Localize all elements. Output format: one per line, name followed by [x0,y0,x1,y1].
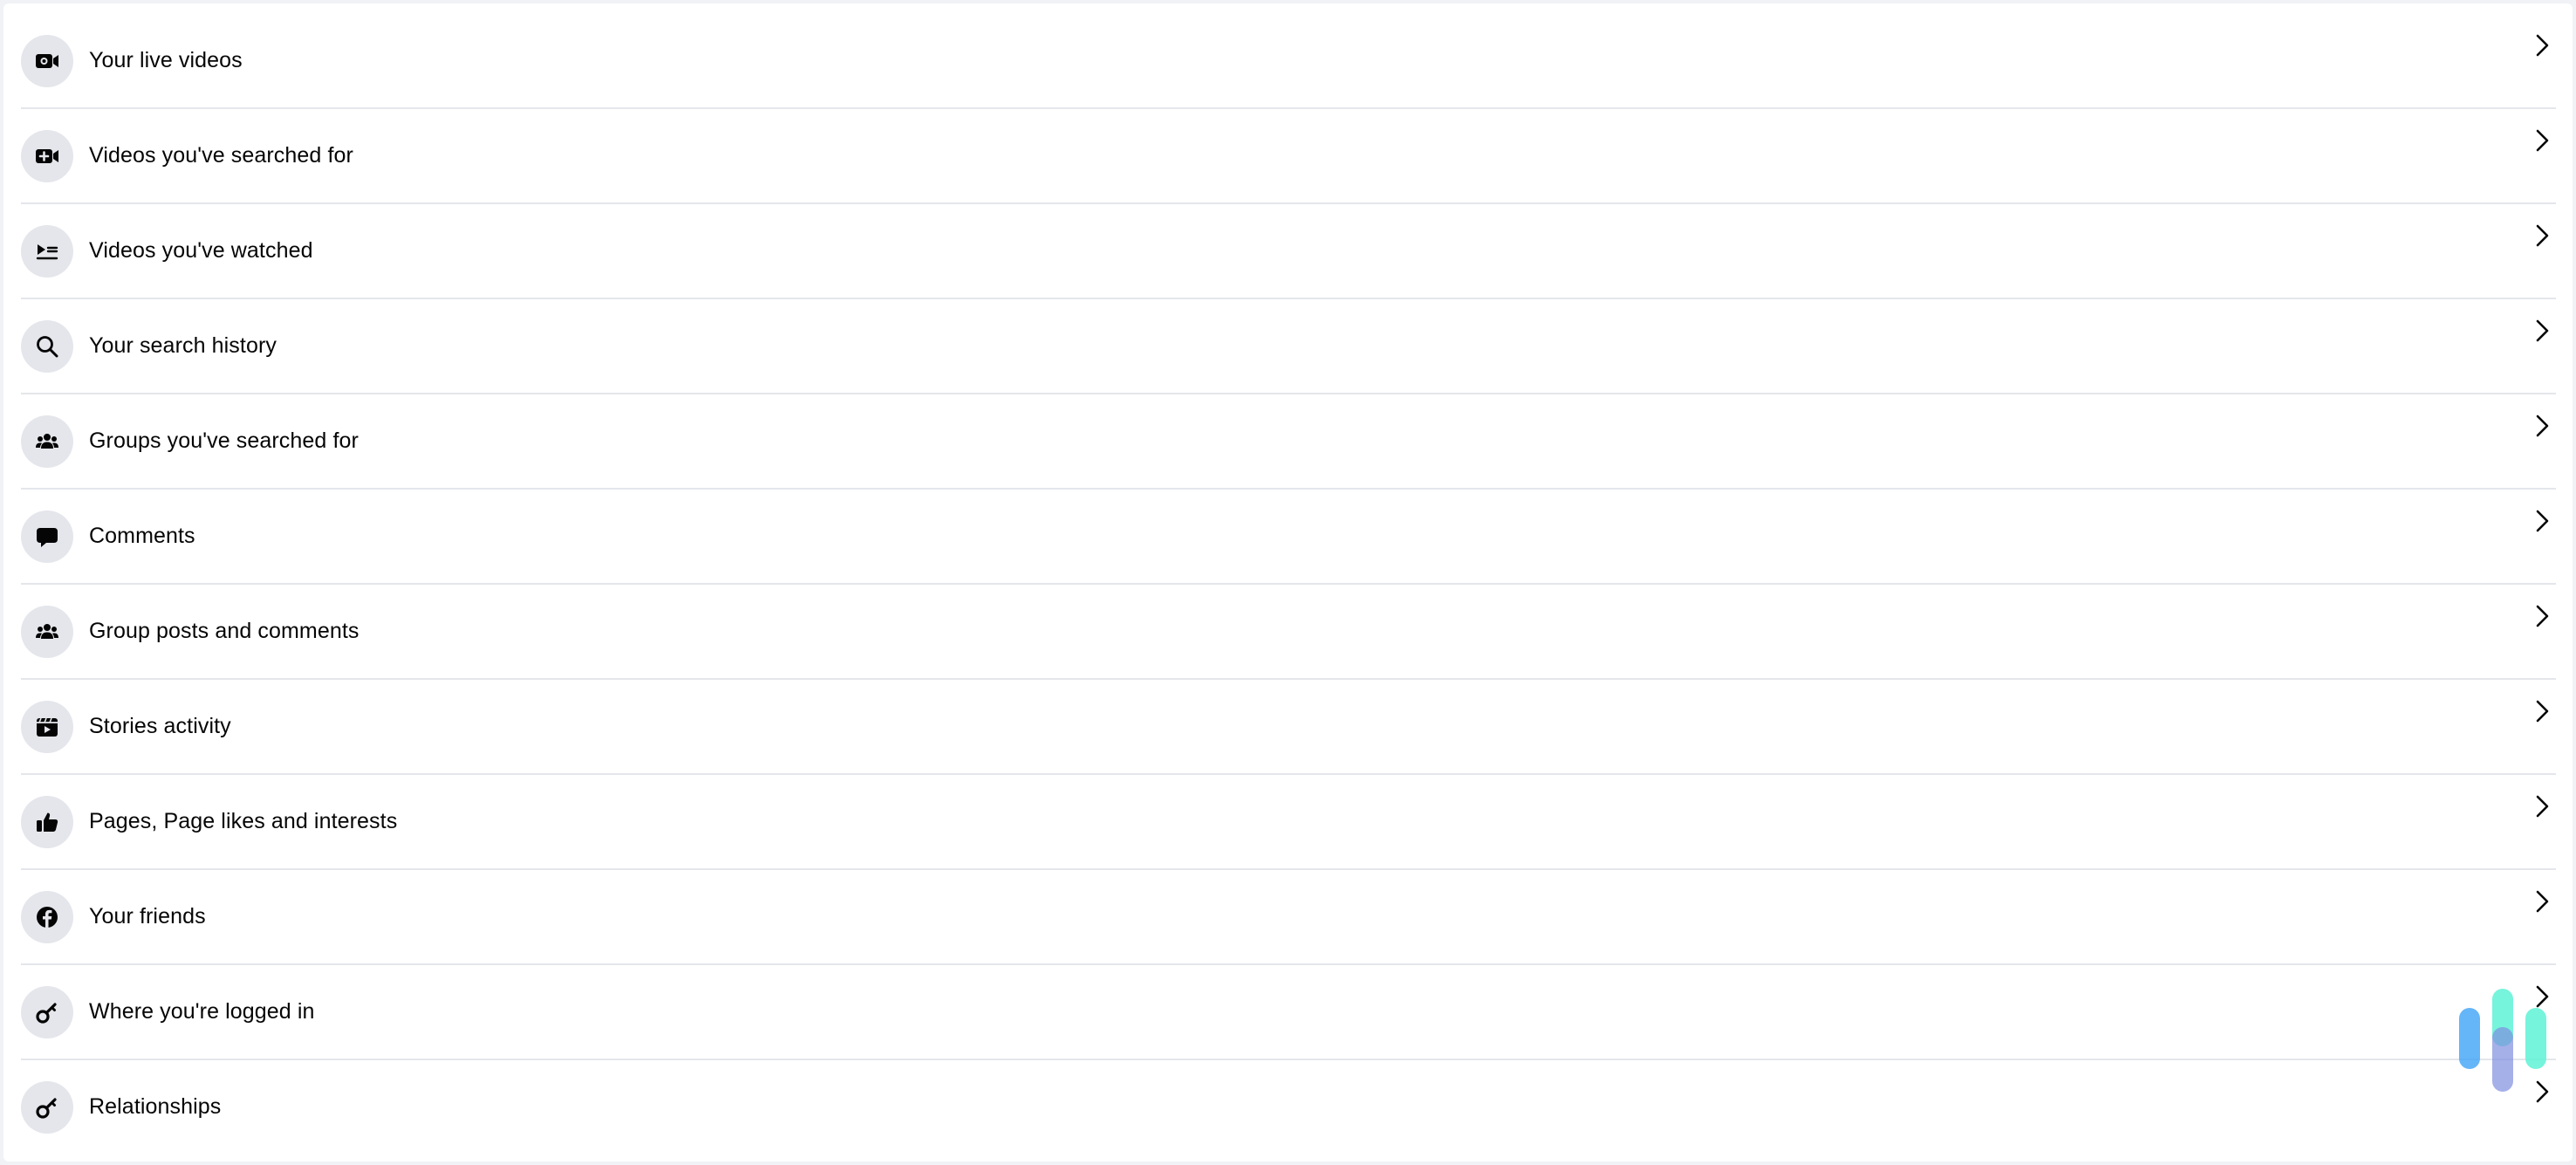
chevron-right-icon [2528,317,2556,345]
list-item-label: Videos you've searched for [89,143,353,168]
activity-log-panel: Your live videos Videos you've searched … [3,3,2573,1162]
list-item-search-history[interactable]: Your search history [21,299,2556,394]
search-icon [21,319,73,373]
list-item-label: Your search history [89,333,277,358]
list-item-comments[interactable]: Comments [21,490,2556,585]
key-icon [21,1080,73,1134]
list-item-label: Stories activity [89,714,231,738]
list-item-stories-activity[interactable]: Stories activity [21,680,2556,775]
chevron-right-icon [2528,887,2556,915]
list-item-where-logged-in[interactable]: Where you're logged in [21,965,2556,1060]
live-video-icon [21,34,73,87]
list-item-relationships[interactable]: Relationships [21,1060,2556,1154]
chevron-right-icon [2528,222,2556,250]
list-item-label: Comments [89,524,195,548]
facebook-icon [21,890,73,943]
comment-icon [21,510,73,563]
list-item-label: Your friends [89,904,206,929]
chevron-right-icon [2528,31,2556,59]
list-item-videos-searched[interactable]: Videos you've searched for [21,109,2556,204]
list-item-label: Groups you've searched for [89,428,359,453]
list-item-videos-watched[interactable]: Videos you've watched [21,204,2556,299]
chevron-right-icon [2528,697,2556,725]
list-item-your-friends[interactable]: Your friends [21,870,2556,965]
list-item-groups-searched[interactable]: Groups you've searched for [21,394,2556,490]
chevron-right-icon [2528,602,2556,630]
video-list-icon [21,224,73,278]
chevron-right-icon [2528,412,2556,440]
list-item-label: Group posts and comments [89,619,360,643]
list-item-pages-likes-interests[interactable]: Pages, Page likes and interests [21,775,2556,870]
chevron-right-icon [2528,792,2556,820]
chevron-right-icon [2528,127,2556,154]
list-item-label: Pages, Page likes and interests [89,809,398,833]
video-plus-icon [21,129,73,182]
groups-icon [21,605,73,658]
list-item-label: Relationships [89,1094,222,1119]
list-item-label: Videos you've watched [89,238,313,263]
watermark-logo [2457,989,2548,1093]
groups-icon [21,415,73,468]
chevron-right-icon [2528,507,2556,535]
thumbs-up-icon [21,795,73,848]
key-icon [21,985,73,1038]
activity-category-list: Your live videos Videos you've searched … [21,14,2556,1154]
stories-icon [21,700,73,753]
list-item-your-live-videos[interactable]: Your live videos [21,14,2556,109]
list-item-label: Where you're logged in [89,999,315,1024]
list-item-group-posts-comments[interactable]: Group posts and comments [21,585,2556,680]
list-item-label: Your live videos [89,48,243,72]
